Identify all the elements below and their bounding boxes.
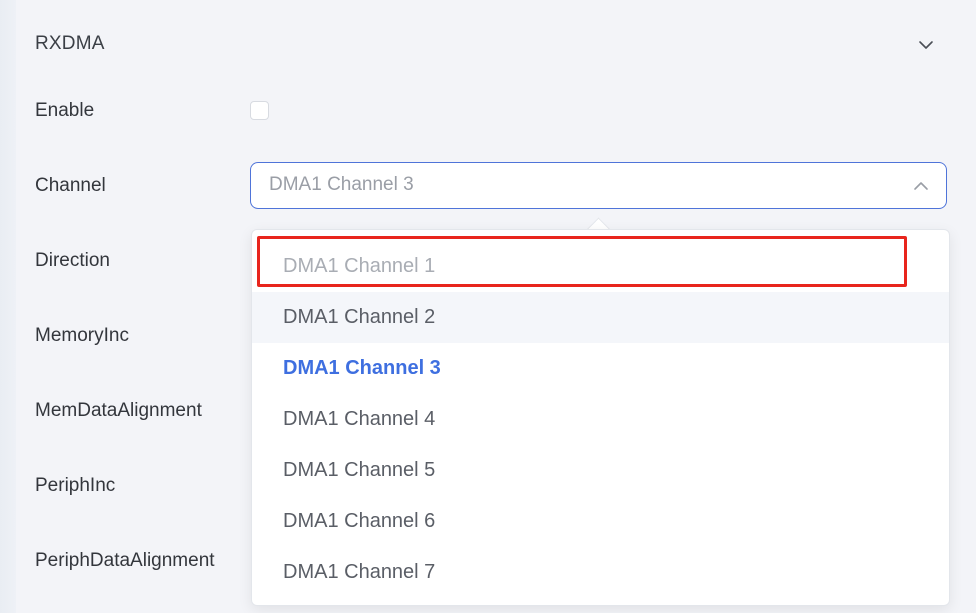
option-dma1-channel-5[interactable]: DMA1 Channel 5 [252,445,949,496]
enable-checkbox[interactable] [250,101,269,120]
periph-data-alignment-label: PeriphDataAlignment [35,550,215,571]
option-dma1-channel-6[interactable]: DMA1 Channel 6 [252,496,949,547]
highlight-annotation-box [257,236,907,287]
option-dma1-channel-3[interactable]: DMA1 Channel 3 [252,343,949,394]
memory-inc-label: MemoryInc [35,325,129,346]
section-title: RXDMA [35,33,105,54]
option-dma1-channel-4[interactable]: DMA1 Channel 4 [252,394,949,445]
rxdma-section-header[interactable]: RXDMA [35,30,945,60]
channel-select-value: DMA1 Channel 3 [269,174,414,195]
channel-select[interactable]: DMA1 Channel 3 [250,162,947,209]
direction-label: Direction [35,250,110,271]
enable-label: Enable [35,100,95,121]
channel-label: Channel [35,175,106,196]
option-dma1-channel-7[interactable]: DMA1 Channel 7 [252,547,949,598]
mem-data-alignment-label: MemDataAlignment [35,400,202,421]
chevron-up-icon [914,182,928,190]
periph-inc-label: PeriphInc [35,475,116,496]
option-dma1-channel-2[interactable]: DMA1 Channel 2 [252,292,949,343]
chevron-down-icon[interactable] [917,36,935,54]
